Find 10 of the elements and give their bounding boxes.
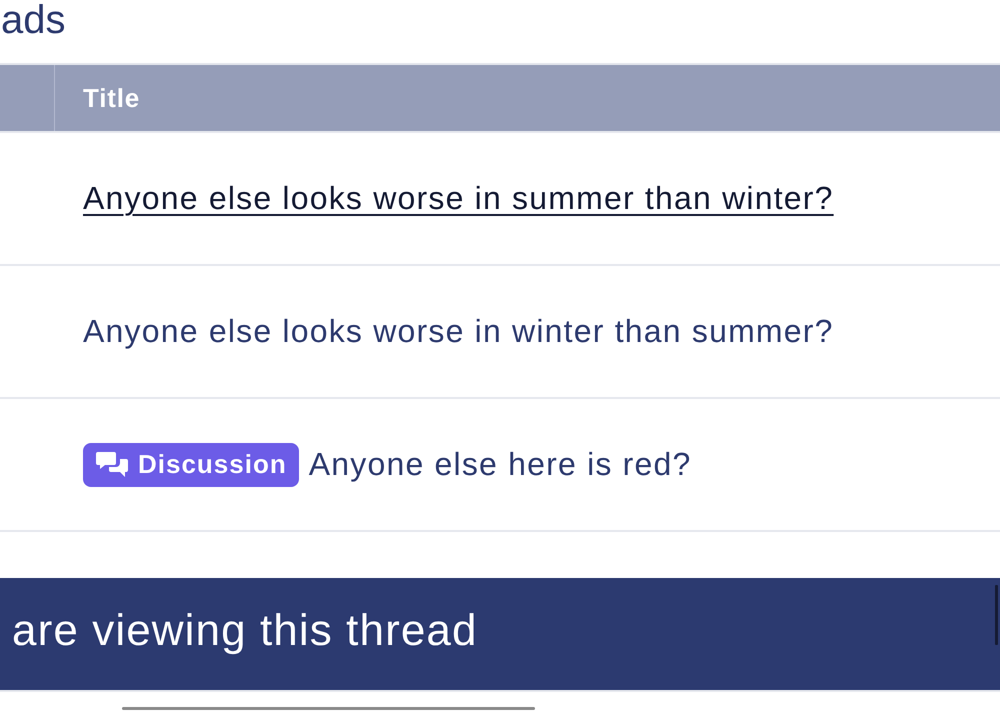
badge-label: Discussion (138, 449, 287, 480)
viewers-text: are viewing this thread (12, 606, 478, 656)
thread-title-link[interactable]: Anyone else looks worse in winter than summer? (83, 313, 834, 350)
thread-title-link[interactable]: Anyone else here is red? (308, 446, 692, 483)
scrollbar-thumb[interactable] (995, 585, 998, 645)
section-heading: ads (0, 0, 66, 40)
scrollbar-thumb[interactable] (122, 707, 535, 710)
chat-bubbles-icon (96, 450, 128, 478)
column-header: Title (82, 82, 141, 114)
thread-title-link[interactable]: Anyone else looks worse in summer than winter? (83, 180, 834, 217)
